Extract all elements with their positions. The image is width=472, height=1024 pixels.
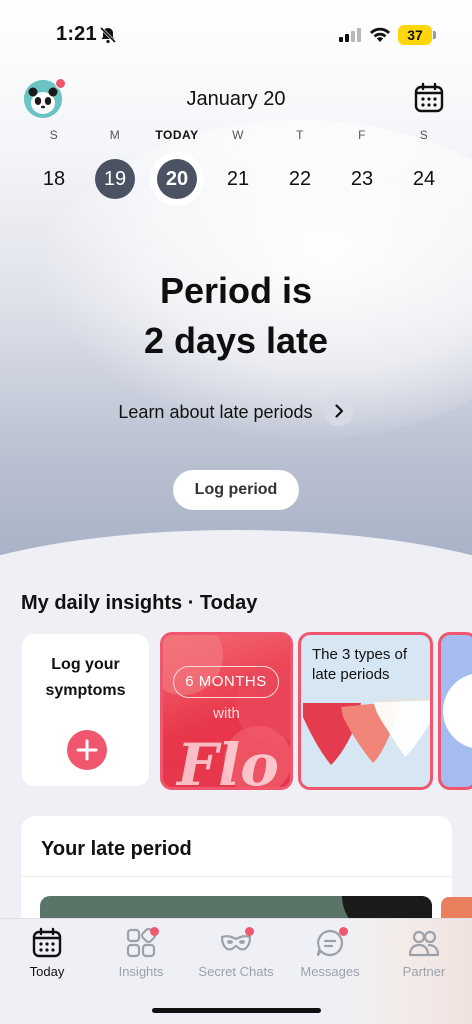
day-letter-today: TODAY (155, 128, 199, 142)
wifi-icon (369, 25, 391, 48)
notification-dot (339, 927, 348, 936)
tab-insights[interactable]: Insights (94, 927, 188, 979)
tab-messages[interactable]: Messages (283, 927, 377, 979)
silent-bell-icon (99, 26, 117, 49)
day-number: 19 (95, 159, 135, 199)
day-number-selected: 20 (157, 159, 197, 199)
underwear-illustration (303, 697, 430, 765)
day-letter: F (358, 128, 366, 142)
grid-diamond-icon (125, 927, 159, 959)
day-letter: W (232, 128, 244, 142)
cellular-signal-icon (339, 28, 363, 47)
status-bar: 1:21 37 (0, 0, 472, 70)
types-card-title: The 3 types of late periods (312, 646, 408, 683)
promo-with-text: with (213, 705, 240, 722)
day-22[interactable]: T 22 (270, 128, 330, 190)
card-graphic (443, 674, 472, 748)
hero-curve (0, 530, 472, 565)
week-strip: S 18 M 19 TODAY 20 W 21 T 22 F 23 S 24 (0, 128, 472, 208)
home-indicator[interactable] (152, 1008, 321, 1013)
notification-dot (150, 927, 159, 936)
add-symptoms-button[interactable] (67, 730, 107, 770)
tab-label: Insights (118, 964, 164, 979)
cycle-status-headline: Period is 2 days late (0, 266, 472, 366)
calendar-icon (31, 927, 63, 959)
battery-tip (433, 31, 436, 39)
promo-duration-pill: 6 MONTHS (173, 666, 279, 698)
day-number: 21 (226, 168, 250, 190)
plus-icon (76, 739, 98, 761)
log-period-button[interactable]: Log period (173, 470, 299, 510)
day-19[interactable]: M 19 (85, 128, 145, 199)
day-number: 24 (412, 168, 436, 190)
day-number: 23 (350, 168, 374, 190)
next-insight-card[interactable] (438, 632, 472, 790)
flo-logo: Flo (177, 731, 279, 790)
tab-partner[interactable]: Partner (377, 927, 471, 979)
tab-label: Today (29, 964, 65, 979)
calendar-button[interactable] (413, 82, 445, 114)
promo-story-card[interactable]: 6 MONTHS with Flo (160, 632, 293, 790)
learn-link-label: Learn about late periods (118, 401, 313, 422)
people-icon (408, 927, 440, 959)
log-card-line-2: symptoms (45, 682, 126, 699)
page-title: January 20 (186, 88, 286, 110)
day-23[interactable]: F 23 (332, 128, 392, 190)
tab-secret-chats[interactable]: Secret Chats (189, 927, 283, 979)
day-number: 22 (288, 168, 312, 190)
day-24[interactable]: S 24 (394, 128, 454, 190)
headline-line-1: Period is (159, 270, 313, 311)
tab-today[interactable]: Today (0, 927, 94, 979)
status-time: 1:21 (56, 23, 97, 45)
day-letter: S (419, 128, 429, 142)
headline-line-2: 2 days late (143, 320, 329, 361)
divider (21, 876, 452, 877)
day-letter: M (109, 128, 121, 142)
calendar-icon (414, 82, 444, 113)
day-20-today[interactable]: TODAY 20 (147, 128, 207, 199)
mask-icon (220, 927, 254, 959)
battery-indicator: 37 (398, 25, 432, 45)
late-period-card-title: Your late period (41, 838, 192, 860)
log-symptoms-card[interactable]: Log your symptoms (22, 634, 149, 786)
tab-label: Partner (402, 964, 446, 979)
day-letter: S (49, 128, 59, 142)
log-symptoms-title: Log your symptoms (22, 652, 149, 704)
day-21[interactable]: W 21 (208, 128, 268, 190)
day-number: 18 (42, 168, 66, 190)
chevron-right-icon (323, 396, 354, 426)
insights-section-title: My daily insights · Today (21, 592, 258, 614)
learn-late-periods-link[interactable]: Learn about late periods (0, 396, 472, 428)
tab-label: Messages (300, 964, 360, 979)
day-18[interactable]: S 18 (24, 128, 84, 190)
chat-bubble-icon (314, 927, 348, 959)
notification-dot (245, 927, 254, 936)
tab-label: Secret Chats (198, 964, 274, 979)
late-period-types-card[interactable]: The 3 types of late periods (298, 632, 433, 790)
day-letter: T (296, 128, 304, 142)
log-card-line-1: Log your (51, 656, 120, 673)
